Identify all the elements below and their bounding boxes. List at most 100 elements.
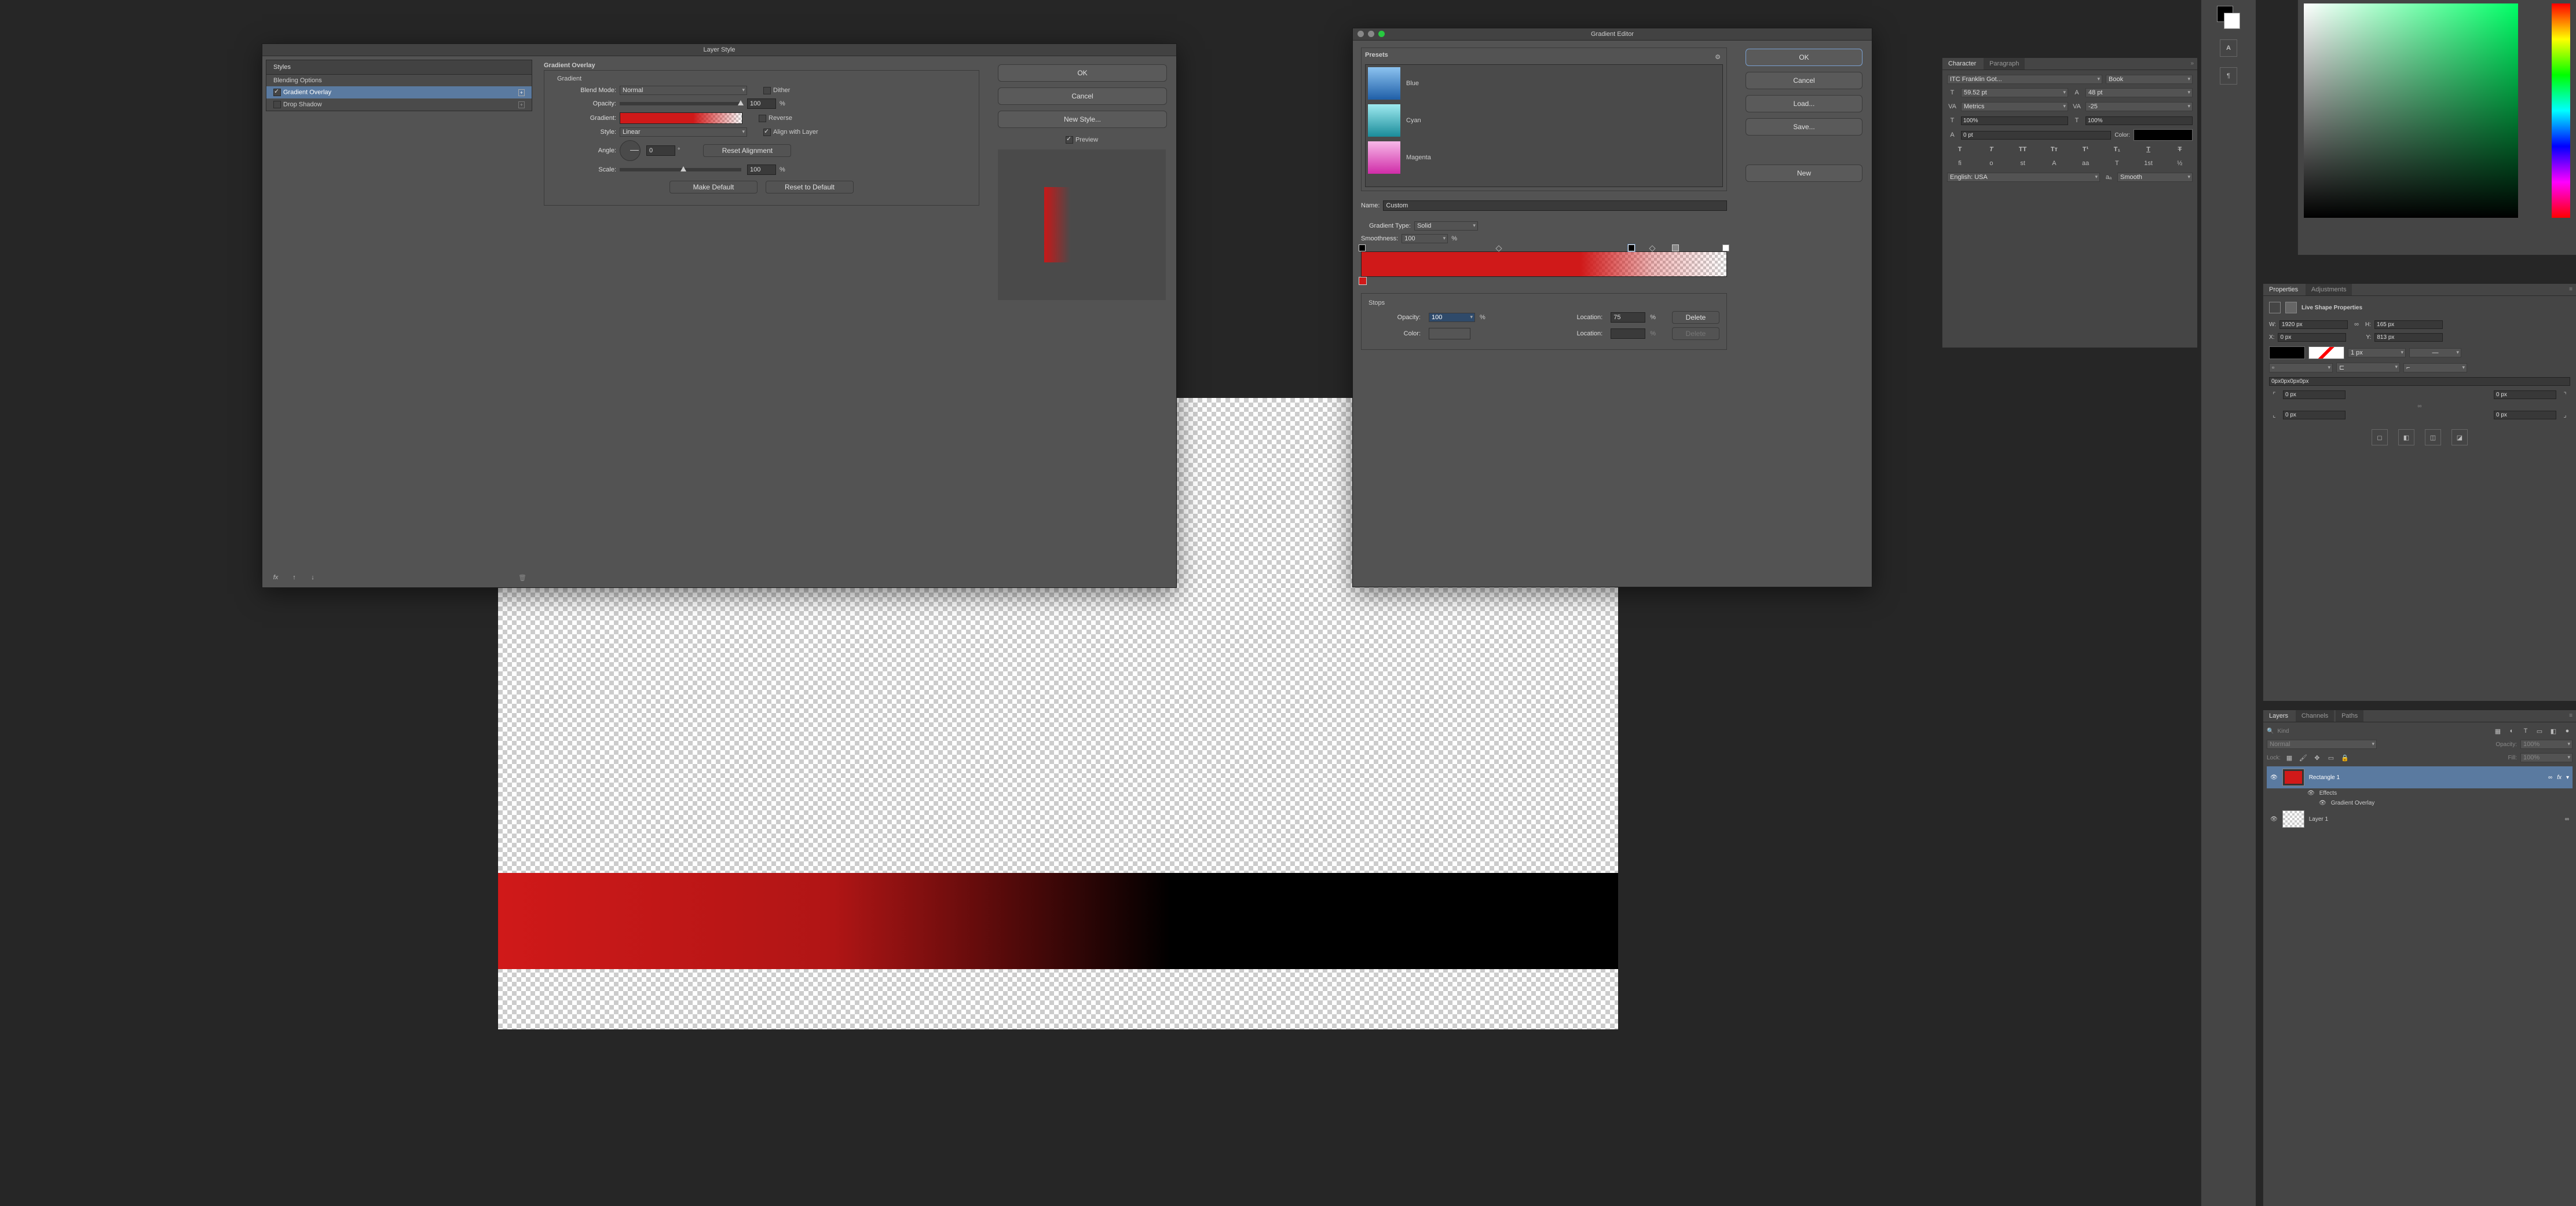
gradient-swatch[interactable] [620, 112, 742, 124]
style-drop-shadow[interactable]: Drop Shadow + [266, 98, 532, 111]
visibility-icon[interactable]: 👁 [2307, 790, 2315, 796]
lock-paint-icon[interactable]: 🖌 [2298, 752, 2308, 763]
layer-rectangle-1[interactable]: 👁 Rectangle 1 ∞ fx ▾ [2267, 766, 2573, 788]
filter-smart-icon[interactable]: ◧ [2548, 726, 2559, 736]
expand-icon[interactable]: ▾ [2566, 774, 2569, 781]
stroke-align-select[interactable]: ▫ [2269, 363, 2333, 372]
lock-trans-icon[interactable]: ▦ [2284, 752, 2295, 763]
panel-menu-icon[interactable]: ≡ [2566, 284, 2576, 295]
pathop-exclude-icon[interactable]: ◪ [2451, 429, 2468, 445]
preview-checkbox[interactable] [1066, 136, 1073, 144]
tab-character[interactable]: Character [1942, 58, 1982, 70]
filter-pixel-icon[interactable]: ▦ [2493, 726, 2503, 736]
hscale-input[interactable] [2085, 116, 2193, 125]
ot-half-icon[interactable]: ½ [2175, 158, 2185, 169]
filter-adj-icon[interactable]: ◐ [2507, 726, 2517, 736]
ot-1st-icon[interactable]: 1st [2143, 158, 2154, 169]
pathop-subtract-icon[interactable]: ◧ [2398, 429, 2414, 445]
ot-fi-icon[interactable]: fi [1955, 158, 1965, 169]
layer-effect-gradient-overlay[interactable]: 👁 Gradient Overlay [2267, 798, 2573, 808]
window-minimize-icon[interactable] [1368, 31, 1374, 37]
smallcaps-icon[interactable]: Tᴛ [2049, 144, 2059, 155]
superscript-icon[interactable]: T¹ [2080, 144, 2091, 155]
filter-type-icon[interactable]: T [2520, 726, 2531, 736]
swatch-icon[interactable] [2217, 6, 2240, 29]
font-weight-select[interactable]: Book [2106, 75, 2193, 84]
baseline-input[interactable] [1961, 131, 2111, 140]
lock-all-icon[interactable]: 🔒 [2340, 752, 2350, 763]
link-icon[interactable]: ∞ [2548, 774, 2552, 781]
scale-slider[interactable] [620, 168, 741, 171]
preset-blue[interactable]: Blue [1366, 65, 1722, 102]
opacity-stop[interactable] [1722, 244, 1729, 251]
ge-load-button[interactable]: Load... [1746, 95, 1863, 112]
corner-br-input[interactable] [2494, 411, 2556, 419]
font-family-select[interactable]: ITC Franklin Got... [1947, 75, 2102, 84]
tracking-input[interactable]: -25 [2085, 102, 2193, 111]
dither-checkbox[interactable] [763, 87, 771, 94]
window-zoom-icon[interactable] [1378, 31, 1385, 37]
visibility-icon[interactable]: 👁 [2270, 816, 2278, 823]
corner-tr-input[interactable] [2494, 390, 2556, 399]
allcaps-icon[interactable]: TT [2018, 144, 2028, 155]
trash-icon[interactable]: 🗑 [517, 572, 528, 583]
corner-tl-input[interactable] [2283, 390, 2346, 399]
style-blending-options[interactable]: Blending Options [266, 75, 532, 86]
tab-paragraph[interactable]: Paragraph [1984, 58, 2025, 70]
faux-bold-icon[interactable]: T [1955, 144, 1965, 155]
tab-channels[interactable]: Channels [2296, 710, 2334, 722]
stop-location-input[interactable] [1611, 312, 1645, 323]
link-icon[interactable]: ∞ [2565, 816, 2569, 823]
kerning-select[interactable]: Metrics [1961, 102, 2068, 111]
height-input[interactable] [2374, 320, 2443, 329]
antialias-select[interactable]: Smooth [2117, 173, 2193, 182]
layer-layer-1[interactable]: 👁 Layer 1 ∞ [2267, 808, 2573, 830]
color-field[interactable] [2304, 3, 2518, 218]
ge-save-button[interactable]: Save... [1746, 118, 1863, 136]
filter-shape-icon[interactable]: ▭ [2534, 726, 2545, 736]
style-gradient-overlay[interactable]: Gradient Overlay + [266, 86, 532, 98]
lock-nest-icon[interactable]: ▭ [2326, 752, 2336, 763]
scale-input[interactable] [747, 165, 776, 175]
ge-ok-button[interactable]: OK [1746, 49, 1863, 66]
fx-icon[interactable]: fx [270, 572, 281, 583]
filter-kind-label[interactable]: Kind [2277, 728, 2289, 734]
ot-A-icon[interactable]: A [2049, 158, 2059, 169]
make-default-button[interactable]: Make Default [669, 181, 758, 193]
ot-T-icon[interactable]: T [2112, 158, 2122, 169]
corner-bl-input[interactable] [2283, 411, 2346, 419]
stop-opacity-input[interactable]: 100 [1429, 313, 1475, 322]
char-panel-icon[interactable]: A [2220, 39, 2237, 57]
panel-menu-icon[interactable]: ≡ [2566, 710, 2576, 721]
opacity-slider[interactable] [620, 102, 741, 105]
visibility-icon[interactable]: 👁 [2270, 774, 2278, 781]
align-checkbox[interactable] [763, 129, 771, 136]
hue-slider[interactable] [2552, 3, 2570, 218]
tab-layers[interactable]: Layers [2263, 710, 2294, 722]
smoothness-input[interactable]: 100 [1402, 234, 1448, 243]
preset-cyan[interactable]: Cyan [1366, 102, 1722, 139]
link-corners-icon[interactable]: ∞ [2269, 403, 2570, 410]
opacity-stop[interactable] [1359, 244, 1366, 251]
underline-icon[interactable]: T [2143, 144, 2154, 155]
gradient-type-select[interactable]: Solid [1414, 221, 1478, 231]
vscale-input[interactable] [1961, 116, 2068, 125]
stroke-corners-select[interactable]: ⌐ [2403, 363, 2467, 372]
gradient-bar[interactable] [1361, 251, 1727, 277]
filter-toggle-icon[interactable]: ● [2562, 726, 2573, 736]
y-input[interactable] [2374, 333, 2443, 342]
pathop-combine-icon[interactable]: ◻ [2372, 429, 2388, 445]
angle-input[interactable] [646, 145, 675, 156]
opacity-stop[interactable] [1672, 244, 1679, 251]
opacity-stop-selected[interactable] [1628, 244, 1635, 251]
visibility-icon[interactable]: 👁 [2319, 800, 2326, 806]
blend-mode-select[interactable]: Normal [620, 86, 747, 95]
drop-shadow-checkbox[interactable] [273, 101, 281, 108]
angle-dial[interactable] [620, 140, 641, 161]
ge-cancel-button[interactable]: Cancel [1746, 72, 1863, 89]
stroke-style-select[interactable]: — [2409, 348, 2461, 357]
ot-ad-icon[interactable]: aa [2080, 158, 2091, 169]
leading-input[interactable]: 48 pt [2085, 88, 2193, 97]
collapse-icon[interactable]: » [2187, 58, 2197, 69]
reset-default-button[interactable]: Reset to Default [766, 181, 854, 193]
